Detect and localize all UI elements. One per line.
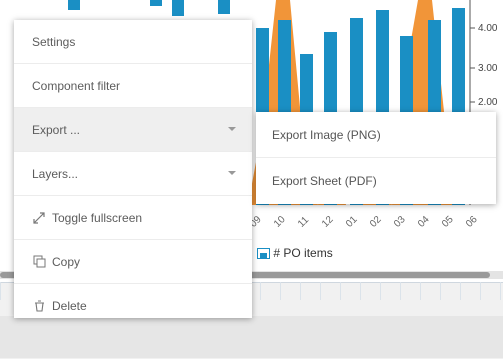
menu-item-delete[interactable]: Delete — [14, 284, 252, 328]
menu-item-label: Layers... — [32, 166, 79, 181]
expand-arrows-icon — [32, 211, 46, 225]
menu-item-toggle-fullscreen[interactable]: Toggle fullscreen — [14, 196, 252, 240]
menu-item-copy[interactable]: Copy — [14, 240, 252, 284]
menu-item-export[interactable]: Export ... — [14, 108, 252, 152]
export-submenu: Export Image (PNG) Export Sheet (PDF) — [256, 112, 496, 204]
submenu-item-label: Export Sheet (PDF) — [272, 174, 377, 188]
bar — [172, 0, 184, 16]
bar — [68, 0, 80, 10]
y-tick-label: 4.00 — [478, 23, 498, 34]
menu-item-settings[interactable]: Settings — [14, 20, 252, 64]
bar — [150, 0, 162, 6]
y-tick-label: 3.00 — [478, 63, 498, 74]
submenu-item-export-pdf[interactable]: Export Sheet (PDF) — [256, 158, 496, 204]
bar-chart-icon — [257, 247, 271, 259]
menu-item-label: Export ... — [32, 122, 81, 137]
legend-label: # PO items — [273, 246, 333, 260]
bar — [218, 0, 230, 14]
submenu-item-label: Export Image (PNG) — [272, 127, 381, 142]
menu-item-label: Delete — [52, 299, 87, 313]
menu-item-label: Copy — [52, 254, 81, 269]
trash-icon — [32, 299, 46, 313]
context-menu: Settings Component filter Export ... Lay… — [14, 20, 252, 318]
menu-item-component-filter[interactable]: Component filter — [14, 64, 252, 108]
caret-down-icon — [228, 171, 236, 175]
menu-item-label: Component filter — [32, 78, 121, 93]
caret-down-icon — [228, 127, 236, 131]
y-tick-label: 2.00 — [478, 97, 498, 108]
submenu-item-export-png[interactable]: Export Image (PNG) — [256, 112, 496, 158]
menu-item-layers[interactable]: Layers... — [14, 152, 252, 196]
copy-icon — [32, 255, 46, 269]
menu-item-label: Toggle fullscreen — [52, 210, 143, 225]
menu-item-label: Settings — [32, 34, 76, 49]
legend-item-po-items[interactable]: # PO items — [257, 246, 333, 260]
